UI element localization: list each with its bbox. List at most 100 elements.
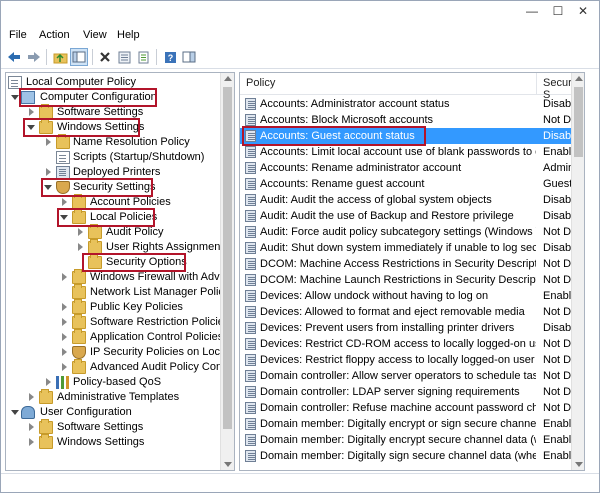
svg-text:?: ? bbox=[167, 53, 173, 63]
forward-button[interactable] bbox=[25, 48, 43, 66]
policy-icon bbox=[245, 338, 256, 350]
collapse-arrow-icon[interactable] bbox=[78, 243, 83, 251]
folder-icon bbox=[72, 269, 86, 284]
tree-label: Windows Settings bbox=[57, 436, 145, 448]
tree-label: IP Security Policies on Local C bbox=[90, 346, 235, 358]
policy-row[interactable]: DCOM: Machine Launch Restrictions in Sec… bbox=[240, 272, 584, 288]
tree-vertical-scrollbar[interactable] bbox=[220, 73, 234, 470]
collapse-arrow-icon[interactable] bbox=[62, 273, 67, 281]
policy-row[interactable]: Accounts: Rename guest account Guest bbox=[240, 176, 584, 192]
policy-row[interactable]: Domain controller: LDAP server signing r… bbox=[240, 384, 584, 400]
scroll-up-icon[interactable] bbox=[224, 76, 232, 81]
collapse-arrow-icon[interactable] bbox=[29, 393, 34, 401]
tree-label: Policy-based QoS bbox=[73, 376, 162, 388]
policy-row[interactable]: Devices: Allowed to format and eject rem… bbox=[240, 304, 584, 320]
policy-row[interactable]: Audit: Audit the access of global system… bbox=[240, 192, 584, 208]
menu-file[interactable]: File bbox=[9, 29, 27, 41]
policy-row[interactable]: Domain member: Digitally encrypt or sign… bbox=[240, 416, 584, 432]
maximize-button[interactable]: ☐ bbox=[547, 3, 569, 19]
tree-label: Advanced Audit Policy Config bbox=[90, 361, 234, 373]
policy-row[interactable]: Domain controller: Allow server operator… bbox=[240, 368, 584, 384]
scrollbar-thumb[interactable] bbox=[574, 87, 583, 157]
policy-icon bbox=[245, 242, 256, 254]
policy-row[interactable]: Devices: Restrict floppy access to local… bbox=[240, 352, 584, 368]
collapse-arrow-icon[interactable] bbox=[62, 348, 67, 356]
highlight-box bbox=[23, 118, 140, 137]
scroll-down-icon[interactable] bbox=[224, 462, 232, 467]
collapse-arrow-icon[interactable] bbox=[62, 198, 67, 206]
folder-icon bbox=[72, 299, 86, 314]
policy-name: Domain controller: LDAP server signing r… bbox=[260, 386, 520, 398]
policy-row[interactable]: Devices: Prevent users from installing p… bbox=[240, 320, 584, 336]
policy-icon bbox=[245, 226, 256, 238]
policy-name: Accounts: Rename administrator account bbox=[260, 162, 462, 174]
expand-arrow-icon[interactable] bbox=[11, 410, 19, 415]
forward-arrow-icon bbox=[28, 52, 40, 62]
collapse-arrow-icon[interactable] bbox=[29, 438, 34, 446]
tree-label: Name Resolution Policy bbox=[73, 136, 190, 148]
policy-row[interactable]: Domain member: Digitally sign secure cha… bbox=[240, 448, 584, 464]
policy-icon bbox=[245, 98, 256, 110]
folder-icon bbox=[72, 329, 86, 344]
policy-icon bbox=[245, 146, 256, 158]
policy-name: Domain controller: Refuse machine accoun… bbox=[260, 402, 536, 414]
bar-chart-icon bbox=[56, 376, 70, 389]
scrollbar-thumb[interactable] bbox=[223, 87, 232, 429]
scroll-down-icon[interactable] bbox=[575, 462, 583, 467]
policy-row[interactable]: DCOM: Machine Access Restrictions in Sec… bbox=[240, 256, 584, 272]
collapse-arrow-icon[interactable] bbox=[62, 333, 67, 341]
collapse-arrow-icon[interactable] bbox=[78, 228, 83, 236]
scroll-up-icon[interactable] bbox=[575, 76, 583, 81]
properties-button[interactable] bbox=[115, 48, 133, 66]
policy-row[interactable]: Accounts: Administrator account status Di… bbox=[240, 96, 584, 112]
policy-row[interactable]: Audit: Force audit policy subcategory se… bbox=[240, 224, 584, 240]
policy-row[interactable]: Accounts: Limit local account use of bla… bbox=[240, 144, 584, 160]
menu-help[interactable]: Help bbox=[117, 29, 140, 41]
collapse-arrow-icon[interactable] bbox=[29, 423, 34, 431]
tree-label: User Configuration bbox=[40, 406, 132, 418]
collapse-arrow-icon[interactable] bbox=[46, 378, 51, 386]
highlight-box bbox=[57, 208, 155, 227]
menu-action[interactable]: Action bbox=[39, 29, 70, 41]
collapse-arrow-icon[interactable] bbox=[46, 168, 51, 176]
expand-arrow-icon[interactable] bbox=[11, 95, 19, 100]
tree-label: Software Restriction Policies bbox=[90, 316, 230, 328]
list-vertical-scrollbar[interactable] bbox=[571, 73, 584, 470]
collapse-arrow-icon[interactable] bbox=[29, 108, 34, 116]
collapse-arrow-icon[interactable] bbox=[62, 303, 67, 311]
policy-name: Accounts: Limit local account use of bla… bbox=[260, 146, 536, 158]
policy-row[interactable]: Devices: Allow undock without having to … bbox=[240, 288, 584, 304]
minimize-button[interactable]: — bbox=[521, 3, 543, 19]
collapse-arrow-icon[interactable] bbox=[46, 138, 51, 146]
export-list-button[interactable] bbox=[134, 48, 152, 66]
tree-label: Scripts (Startup/Shutdown) bbox=[73, 151, 205, 163]
help-button[interactable]: ? bbox=[161, 48, 179, 66]
policy-name: Accounts: Rename guest account bbox=[260, 178, 425, 190]
column-header-policy[interactable]: Policy bbox=[246, 77, 275, 89]
policy-row[interactable]: Domain member: Digitally encrypt secure … bbox=[240, 432, 584, 448]
console-tree-icon bbox=[72, 51, 86, 63]
collapse-arrow-icon[interactable] bbox=[62, 363, 67, 371]
show-hide-console-tree-button[interactable] bbox=[70, 48, 88, 66]
tree-label: Administrative Templates bbox=[57, 391, 180, 403]
close-button[interactable]: ✕ bbox=[572, 3, 594, 19]
policy-row[interactable]: Audit: Shut down system immediately if u… bbox=[240, 240, 584, 256]
tree-label: Application Control Policies bbox=[90, 331, 224, 343]
folder-icon bbox=[72, 359, 86, 374]
policy-row[interactable]: Accounts: Rename administrator account Ad… bbox=[240, 160, 584, 176]
policy-icon bbox=[245, 322, 256, 334]
policy-row[interactable]: Domain controller: Refuse machine accoun… bbox=[240, 400, 584, 416]
delete-button[interactable] bbox=[96, 48, 114, 66]
up-one-level-button[interactable] bbox=[51, 48, 69, 66]
show-action-pane-button[interactable] bbox=[180, 48, 198, 66]
policy-row[interactable]: Audit: Audit the use of Backup and Resto… bbox=[240, 208, 584, 224]
back-button[interactable] bbox=[5, 48, 23, 66]
menu-view[interactable]: View bbox=[83, 29, 107, 41]
collapse-arrow-icon[interactable] bbox=[62, 318, 67, 326]
policy-icon bbox=[245, 402, 256, 414]
column-divider[interactable] bbox=[536, 73, 537, 95]
policy-row[interactable]: Devices: Restrict CD-ROM access to local… bbox=[240, 336, 584, 352]
list-header: Policy Security S bbox=[240, 73, 584, 101]
policy-icon bbox=[245, 290, 256, 302]
ip-security-icon bbox=[72, 346, 86, 359]
